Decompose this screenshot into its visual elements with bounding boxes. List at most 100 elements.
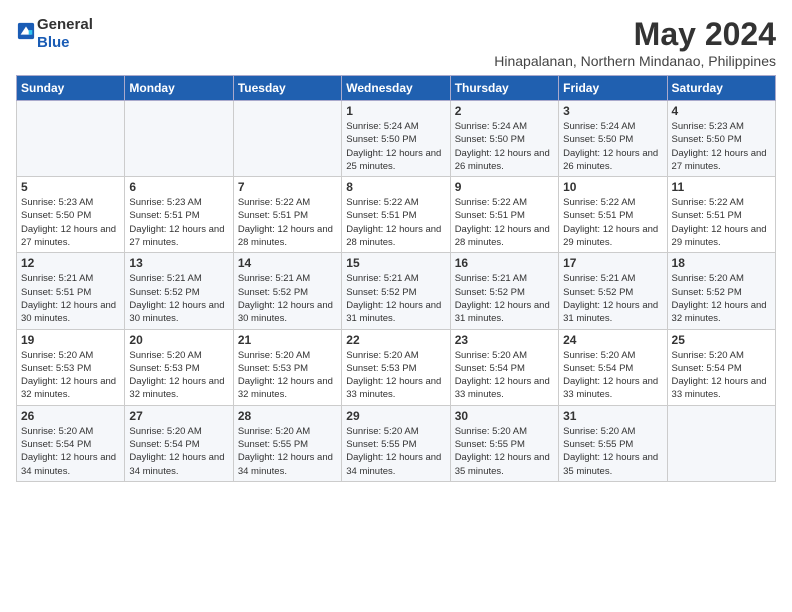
day-number: 18 <box>672 256 771 270</box>
calendar-day-cell: 6 Sunrise: 5:23 AMSunset: 5:51 PMDaylight… <box>125 177 233 253</box>
day-number: 25 <box>672 333 771 347</box>
weekday-header: Tuesday <box>233 76 341 101</box>
day-info: Sunrise: 5:20 AMSunset: 5:55 PMDaylight:… <box>455 425 554 478</box>
calendar-day-cell: 27 Sunrise: 5:20 AMSunset: 5:54 PMDayligh… <box>125 405 233 481</box>
calendar-day-cell: 9 Sunrise: 5:22 AMSunset: 5:51 PMDaylight… <box>450 177 558 253</box>
day-info: Sunrise: 5:20 AMSunset: 5:54 PMDaylight:… <box>563 349 662 402</box>
day-info: Sunrise: 5:20 AMSunset: 5:54 PMDaylight:… <box>21 425 120 478</box>
calendar-day-cell: 17 Sunrise: 5:21 AMSunset: 5:52 PMDayligh… <box>559 253 667 329</box>
calendar-day-cell: 21Sunrise: 5:20 AMSunset: 5:53 PMDayligh… <box>233 329 341 405</box>
calendar-day-cell: 23Sunrise: 5:20 AMSunset: 5:54 PMDayligh… <box>450 329 558 405</box>
weekday-header: Thursday <box>450 76 558 101</box>
logo-text: General Blue <box>37 16 93 51</box>
weekday-header: Friday <box>559 76 667 101</box>
day-number: 6 <box>129 180 228 194</box>
day-number: 23 <box>455 333 554 347</box>
day-info: Sunrise: 5:20 AMSunset: 5:55 PMDaylight:… <box>563 425 662 478</box>
logo-blue: Blue <box>37 34 70 51</box>
calendar-day-cell: 13Sunrise: 5:21 AMSunset: 5:52 PMDayligh… <box>125 253 233 329</box>
day-info: Sunrise: 5:21 AMSunset: 5:52 PMDaylight:… <box>563 272 662 325</box>
calendar-day-cell: 20 Sunrise: 5:20 AMSunset: 5:53 PMDayligh… <box>125 329 233 405</box>
day-number: 5 <box>21 180 120 194</box>
calendar-day-cell: 5 Sunrise: 5:23 AMSunset: 5:50 PMDaylight… <box>17 177 125 253</box>
calendar-day-cell: 16 Sunrise: 5:21 AMSunset: 5:52 PMDayligh… <box>450 253 558 329</box>
day-number: 22 <box>346 333 445 347</box>
day-number: 16 <box>455 256 554 270</box>
day-number: 24 <box>563 333 662 347</box>
day-number: 21 <box>238 333 337 347</box>
calendar-day-cell <box>17 101 125 177</box>
day-number: 30 <box>455 409 554 423</box>
day-number: 7 <box>238 180 337 194</box>
header: General Blue May 2024 Hinapalanan, North… <box>16 16 776 69</box>
title-area: May 2024 Hinapalanan, Northern Mindanao,… <box>494 16 776 69</box>
day-info: Sunrise: 5:20 AMSunset: 5:52 PMDaylight:… <box>672 272 771 325</box>
weekday-header: Sunday <box>17 76 125 101</box>
day-number: 11 <box>672 180 771 194</box>
calendar-day-cell: 12Sunrise: 5:21 AMSunset: 5:51 PMDayligh… <box>17 253 125 329</box>
calendar-day-cell: 25 Sunrise: 5:20 AMSunset: 5:54 PMDayligh… <box>667 329 775 405</box>
calendar-day-cell <box>233 101 341 177</box>
calendar-day-cell: 4 Sunrise: 5:23 AMSunset: 5:50 PMDaylight… <box>667 101 775 177</box>
calendar-day-cell <box>667 405 775 481</box>
calendar-day-cell: 30 Sunrise: 5:20 AMSunset: 5:55 PMDayligh… <box>450 405 558 481</box>
day-number: 14 <box>238 256 337 270</box>
day-number: 31 <box>563 409 662 423</box>
day-number: 4 <box>672 104 771 118</box>
day-info: Sunrise: 5:20 AMSunset: 5:54 PMDaylight:… <box>672 349 771 402</box>
calendar-day-cell: 10 Sunrise: 5:22 AMSunset: 5:51 PMDayligh… <box>559 177 667 253</box>
calendar-week-row: 5 Sunrise: 5:23 AMSunset: 5:50 PMDaylight… <box>17 177 776 253</box>
day-number: 26 <box>21 409 120 423</box>
day-info: Sunrise: 5:22 AMSunset: 5:51 PMDaylight:… <box>238 196 337 249</box>
calendar-day-cell: 2Sunrise: 5:24 AMSunset: 5:50 PMDaylight… <box>450 101 558 177</box>
calendar-day-cell: 8 Sunrise: 5:22 AMSunset: 5:51 PMDaylight… <box>342 177 450 253</box>
day-info: Sunrise: 5:22 AMSunset: 5:51 PMDaylight:… <box>672 196 771 249</box>
day-number: 20 <box>129 333 228 347</box>
calendar-day-cell: 3Sunrise: 5:24 AMSunset: 5:50 PMDaylight… <box>559 101 667 177</box>
calendar-day-cell: 22 Sunrise: 5:20 AMSunset: 5:53 PMDayligh… <box>342 329 450 405</box>
day-info: Sunrise: 5:23 AMSunset: 5:50 PMDaylight:… <box>21 196 120 249</box>
day-info: Sunrise: 5:21 AMSunset: 5:52 PMDaylight:… <box>455 272 554 325</box>
calendar-day-cell: 18 Sunrise: 5:20 AMSunset: 5:52 PMDayligh… <box>667 253 775 329</box>
day-number: 15 <box>346 256 445 270</box>
day-info: Sunrise: 5:24 AMSunset: 5:50 PMDaylight:… <box>346 120 445 173</box>
day-info: Sunrise: 5:21 AMSunset: 5:52 PMDaylight:… <box>129 272 228 325</box>
day-number: 9 <box>455 180 554 194</box>
day-number: 10 <box>563 180 662 194</box>
day-info: Sunrise: 5:22 AMSunset: 5:51 PMDaylight:… <box>563 196 662 249</box>
main-title: May 2024 <box>494 16 776 53</box>
day-number: 12 <box>21 256 120 270</box>
calendar-day-cell: 19 Sunrise: 5:20 AMSunset: 5:53 PMDayligh… <box>17 329 125 405</box>
day-info: Sunrise: 5:20 AMSunset: 5:53 PMDaylight:… <box>346 349 445 402</box>
day-number: 27 <box>129 409 228 423</box>
calendar-day-cell: 31 Sunrise: 5:20 AMSunset: 5:55 PMDayligh… <box>559 405 667 481</box>
logo-mark <box>16 22 35 45</box>
day-info: Sunrise: 5:20 AMSunset: 5:53 PMDaylight:… <box>21 349 120 402</box>
day-info: Sunrise: 5:22 AMSunset: 5:51 PMDaylight:… <box>346 196 445 249</box>
day-number: 19 <box>21 333 120 347</box>
day-info: Sunrise: 5:23 AMSunset: 5:50 PMDaylight:… <box>672 120 771 173</box>
day-number: 17 <box>563 256 662 270</box>
calendar-week-row: 1Sunrise: 5:24 AMSunset: 5:50 PMDaylight… <box>17 101 776 177</box>
calendar-week-row: 12Sunrise: 5:21 AMSunset: 5:51 PMDayligh… <box>17 253 776 329</box>
day-number: 8 <box>346 180 445 194</box>
calendar-day-cell: 11 Sunrise: 5:22 AMSunset: 5:51 PMDayligh… <box>667 177 775 253</box>
day-info: Sunrise: 5:24 AMSunset: 5:50 PMDaylight:… <box>563 120 662 173</box>
day-info: Sunrise: 5:20 AMSunset: 5:53 PMDaylight:… <box>129 349 228 402</box>
day-info: Sunrise: 5:20 AMSunset: 5:55 PMDaylight:… <box>238 425 337 478</box>
calendar-week-row: 19 Sunrise: 5:20 AMSunset: 5:53 PMDayligh… <box>17 329 776 405</box>
weekday-header: Monday <box>125 76 233 101</box>
day-info: Sunrise: 5:20 AMSunset: 5:54 PMDaylight:… <box>129 425 228 478</box>
calendar-week-row: 26 Sunrise: 5:20 AMSunset: 5:54 PMDayligh… <box>17 405 776 481</box>
calendar: SundayMondayTuesdayWednesdayThursdayFrid… <box>16 75 776 482</box>
day-info: Sunrise: 5:21 AMSunset: 5:52 PMDaylight:… <box>346 272 445 325</box>
day-info: Sunrise: 5:22 AMSunset: 5:51 PMDaylight:… <box>455 196 554 249</box>
calendar-day-cell: 15 Sunrise: 5:21 AMSunset: 5:52 PMDayligh… <box>342 253 450 329</box>
calendar-day-cell: 29Sunrise: 5:20 AMSunset: 5:55 PMDayligh… <box>342 405 450 481</box>
calendar-day-cell <box>125 101 233 177</box>
day-info: Sunrise: 5:23 AMSunset: 5:51 PMDaylight:… <box>129 196 228 249</box>
calendar-day-cell: 24 Sunrise: 5:20 AMSunset: 5:54 PMDayligh… <box>559 329 667 405</box>
logo-general: General <box>37 16 93 33</box>
day-number: 29 <box>346 409 445 423</box>
day-number: 2 <box>455 104 554 118</box>
